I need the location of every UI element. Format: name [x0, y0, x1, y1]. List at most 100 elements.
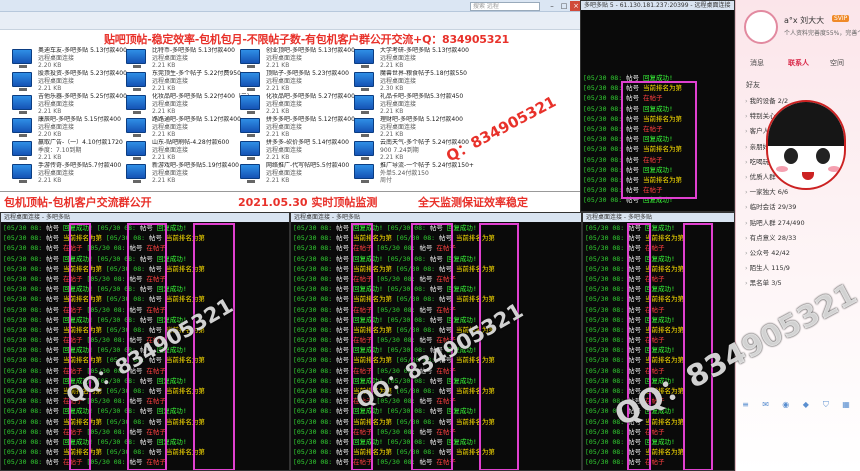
monitor-icon	[126, 95, 146, 114]
file-tile[interactable]: 新游戏吧-多吧多贴5.19付款400 远程桌面连接 2.21 KB	[126, 162, 251, 184]
explorer-title-bar: 搜索 远程 – □ ×	[0, 0, 582, 12]
file-tile[interactable]: 赢取广告-（一）4.10付款1720 季度：7.10到期 2.21 KB	[12, 139, 137, 161]
log-row: [05/30 08: 帖号 当前排名为第 [05/30 08: 帖号 当前排名为…	[293, 234, 495, 243]
file-tile[interactable]: 化妆品吧-多吧多贴 5.22付400（二） 远程桌面连接 2.21 KB	[126, 93, 252, 115]
contact-group[interactable]: › 有点意义 28/33	[736, 231, 860, 246]
log-row: [05/30 08: 帖号 在帖子 [05/30 08: 帖号 在帖子	[293, 244, 456, 253]
log-row: [05/30 08: 帖号 在帖子 [05/30 08: 帖号 在帖子	[293, 305, 456, 314]
file-tile[interactable]: 网络推广-代写帖吧5.5付款400 远程桌面连接 2.21 KB	[240, 162, 365, 184]
file-name: 云南天气-多个帖子 5.24付款400	[380, 139, 469, 146]
file-size: 2.21 KB	[38, 154, 62, 161]
file-name: 化妆品吧-多吧多贴 5.22付400（二）	[152, 93, 252, 100]
file-tile[interactable]: 推广导流-一个帖子 5.24付款150+ 外单5.24付款150 周付	[354, 162, 479, 184]
monitor-icon	[126, 72, 146, 91]
file-name: 股票投资-多吧多贴 5.23付款400	[38, 70, 127, 77]
log-row: [05/30 08: 帖号 在帖子 [05/30 08: 帖号 在帖子	[293, 366, 456, 375]
file-tile[interactable]: 拼多多吧-多吧多贴 5.12付款400 远程桌面连接 2.21 KB	[240, 116, 365, 138]
grid-icon[interactable]: ▦	[840, 399, 851, 410]
file-tile[interactable]: 创业顶吧-多吧多贴 5.13付款400 远程桌面连接 2.21 KB	[240, 47, 365, 69]
log-row: [05/30 08: 帖号 回复成功! [05/30 08: 帖号 回复成功!	[3, 224, 187, 232]
file-tile[interactable]: 路路通吧-多吧多贴 5.12付款400 远程桌面连接 2.21 KB	[126, 116, 251, 138]
qq-tab-bar: 消息 联系人 空间	[736, 58, 860, 72]
explorer-window: 搜索 远程 – □ × 贴吧顶帖-稳定效率-包机包月-不限帖子数-有包机客户群公…	[0, 0, 582, 192]
file-tile[interactable]: 康辰吧-多吧多贴 5.15付款400 远程桌面连接 2.20 KB	[12, 116, 137, 138]
contact-category[interactable]: 好友	[746, 80, 760, 90]
file-tile[interactable]: 拼多多-砍价多吧 5.14付款400 远程桌面连接 2.21 KB	[240, 139, 365, 161]
file-tile[interactable]: 吉他乐器-多吧多贴 5.25付款400 远程桌面连接 2.21 KB	[12, 93, 137, 115]
file-type: 900 7.24到期	[380, 147, 419, 154]
file-size: 2.21 KB	[152, 85, 176, 92]
file-type: 远程桌面连接	[152, 55, 189, 62]
console-title: 多吧多贴 5 - 61.130.181.237:20399 - 远程桌面连接	[581, 1, 734, 10]
file-tile[interactable]: 顶贴子-多吧多贴 5.23付款400 远程桌面连接 2.21 KB	[240, 70, 365, 92]
file-tile[interactable]: 东莞顶生-多个帖子 5.22付费950 远程桌面连接 2.21 KB	[126, 70, 251, 92]
monitor-icon	[354, 49, 374, 68]
log-row: [05/30 08: 帖号 当前排名为第	[585, 448, 684, 457]
search-input[interactable]: 搜索 远程	[470, 2, 540, 11]
file-tile[interactable]: 化妆品吧-多吧多贴 5.27付款400 远程桌面连接 2.21 KB	[240, 93, 365, 115]
caption-strip: 包机顶帖-包机客户交流群公开 2021.05.30 实时顶帖监测 全天监测保证效…	[0, 192, 580, 212]
log-row: [05/30 08: 帖号 当前排名为第	[583, 114, 682, 123]
file-tile[interactable]: 魔兽世界-粮食帖子5.18付款550 远程桌面连接 2.30 KB	[354, 70, 479, 92]
log-row: [05/30 08: 帖号 回复成功!	[585, 224, 675, 232]
file-type: 远程桌面连接	[38, 170, 75, 177]
file-name: 比特币-多吧多贴 5.13付款400	[152, 47, 235, 54]
contact-group[interactable]: › 黑名单 3/5	[736, 276, 860, 291]
contact-group[interactable]: › 临时会话 29/39	[736, 200, 860, 215]
file-type: 远程桌面连接	[152, 170, 189, 177]
contact-group[interactable]: › 陌生人 115/9	[736, 261, 860, 276]
log-row: [05/30 08: 帖号 回复成功! [05/30 08: 帖号 回复成功!	[293, 254, 477, 263]
caption-left: 包机顶帖-包机客户交流群公开	[4, 196, 152, 209]
file-tile[interactable]: 手游传奇-多吧多贴5.7付款400 远程桌面连接 2.21 KB	[12, 162, 137, 184]
file-type: 远程桌面连接	[380, 55, 417, 62]
maximize-button[interactable]: □	[558, 1, 570, 11]
console-window-1: 远程桌面连接 - 多吧多贴 [05/30 08: 帖号 回复成功! [05/30…	[0, 212, 290, 471]
minimize-button[interactable]: –	[546, 1, 558, 11]
log-row: [05/30 08: 帖号 回复成功!	[583, 165, 673, 174]
contact-group[interactable]: › 公众号 42/42	[736, 246, 860, 261]
console-log: [05/30 08: 帖号 回复成功! [05/30 08: 帖号 当前排名为第…	[583, 73, 732, 211]
file-name: 拼多多吧-多吧多贴 5.12付款400	[266, 116, 355, 123]
monitor-icon	[354, 164, 374, 183]
log-row: [05/30 08: 帖号 当前排名为第	[585, 234, 684, 243]
app-icon[interactable]: ◆	[800, 399, 811, 410]
log-row: [05/30 08: 帖号 回复成功!	[585, 315, 675, 324]
file-name: 大学考研-多吧多贴 5.13付款400	[380, 47, 469, 54]
file-tile[interactable]: 股票投资-多吧多贴 5.23付款400 远程桌面连接 2.21 KB	[12, 70, 137, 92]
file-size: 2.21 KB	[266, 131, 290, 138]
file-name: 顶贴子-多吧多贴 5.23付款400	[266, 70, 349, 77]
monitor-icon	[12, 95, 32, 114]
file-tile[interactable]: 奥迪车友-多吧多贴 5.13付款400 远程桌面连接 2.20 KB	[12, 47, 137, 69]
tab-contacts[interactable]: 联系人	[788, 58, 809, 68]
tab-messages[interactable]: 消息	[750, 58, 764, 68]
email-icon[interactable]: ✉	[760, 399, 771, 410]
file-type: 远程桌面连接	[38, 101, 75, 108]
shield-icon[interactable]: ⛉	[820, 399, 831, 410]
file-tile[interactable]: 大学考研-多吧多贴 5.13付款400 远程桌面连接 2.21 KB	[354, 47, 479, 69]
file-type: 远程桌面连接	[266, 124, 303, 131]
tab-space[interactable]: 空间	[830, 58, 844, 68]
log-row: [05/30 08: 帖号 在帖子	[585, 397, 665, 406]
monitor-icon	[354, 95, 374, 114]
file-name: 推广导流-一个帖子 5.24付款150+	[380, 162, 474, 169]
file-name: 东莞顶生-多个帖子 5.22付费950	[152, 70, 241, 77]
file-type: 远程桌面连接	[380, 124, 417, 131]
file-tile[interactable]: 山东-贴吧刷帖-4.28付款600 远程桌面连接 2.21 KB	[126, 139, 251, 161]
menu-icon[interactable]: ≡	[740, 399, 751, 410]
file-tile[interactable]: 比特币-多吧多贴 5.13付款400 远程桌面连接 2.21 KB	[126, 47, 251, 69]
contact-group[interactable]: › 贴吧人群 274/490	[736, 216, 860, 231]
monitor-icon	[12, 141, 32, 160]
file-tile[interactable]: 云南天气-多个帖子 5.24付款400 900 7.24到期 2.21 KB	[354, 139, 479, 161]
chat-icon[interactable]: ◉	[780, 399, 791, 410]
log-row: [05/30 08: 帖号 回复成功! [05/30 08: 帖号 回复成功!	[3, 285, 187, 294]
file-type: 远程桌面连接	[266, 78, 303, 85]
avatar[interactable]	[744, 10, 778, 44]
caption-date: 2021.05.30 实时顶帖监测	[238, 196, 378, 209]
log-row: [05/30 08: 帖号 回复成功! [05/30 08: 帖号 回复成功!	[3, 437, 187, 446]
console-window-4: 多吧多贴 5 - 61.130.181.237:20399 - 远程桌面连接 […	[580, 0, 735, 212]
monitor-icon	[12, 49, 32, 68]
file-tile[interactable]: 理财吧-多吧多贴 5.12付款400 远程桌面连接 2.21 KB	[354, 116, 479, 138]
file-tile[interactable]: 礼品卡吧-多吧多贴5.3付款450 远程桌面连接 2.21 KB	[354, 93, 479, 115]
log-row: [05/30 08: 帖号 当前排名为第	[583, 84, 682, 93]
profile-status: 个人资料完善度55%，完善个人资料	[784, 30, 860, 37]
